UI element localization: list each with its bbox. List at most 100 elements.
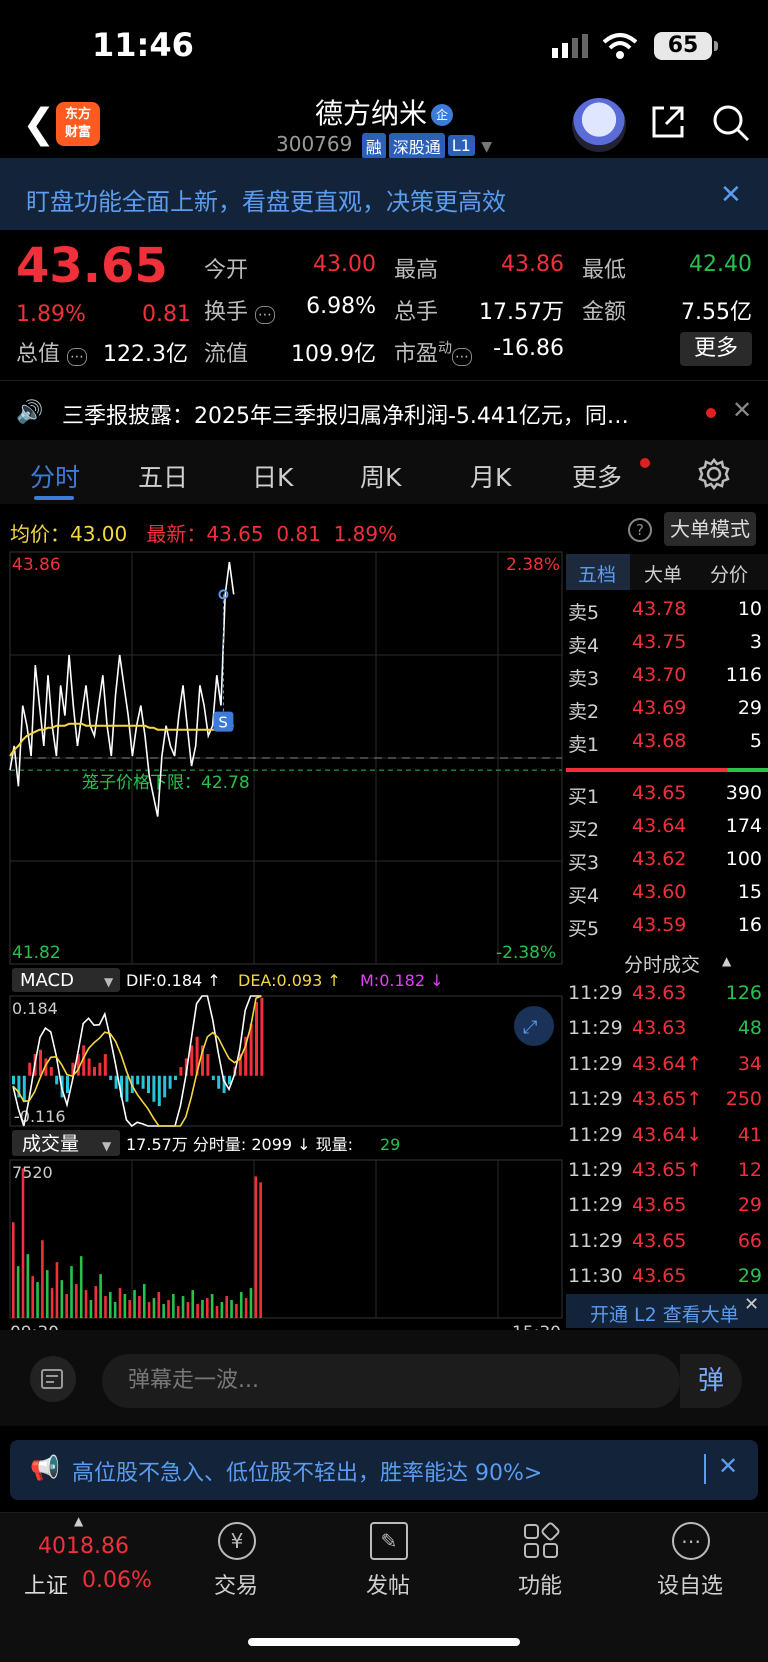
tab-five-level[interactable]: 五档 [578, 560, 616, 587]
macd-bar [39, 1049, 42, 1076]
tab-daily[interactable]: 日K [252, 458, 293, 494]
y-label-pct-low: -2.38% [496, 943, 556, 963]
level-price: 43.60 [632, 881, 687, 903]
edit-icon[interactable]: ✎ [370, 1522, 408, 1560]
volume-bar [104, 1296, 107, 1318]
value-amount: 7.55亿 [681, 300, 752, 325]
macd-bar [49, 1067, 53, 1076]
chevron-down-icon[interactable]: ▼ [481, 139, 492, 155]
label-amount: 金额 [582, 300, 627, 325]
volume-bar [181, 1296, 185, 1318]
buy-level-row[interactable]: 买2 43.64 174 [566, 813, 768, 843]
last-price: 43.65 [16, 238, 168, 294]
trade-volume: 29 [737, 1194, 762, 1217]
macd-bar [157, 1075, 161, 1107]
notice-text[interactable]: 三季报披露：2025年三季报归属净利润-5.441亿元，同… [62, 398, 682, 430]
volume-bar [206, 1298, 209, 1318]
comment-settings-icon[interactable] [30, 1356, 76, 1402]
sell-level-row[interactable]: 卖1 43.68 5 [566, 728, 768, 758]
level-label: 卖2 [568, 701, 600, 723]
level-volume: 174 [725, 815, 762, 837]
more-dots-icon[interactable]: ⋯ [672, 1522, 710, 1560]
buy-level-row[interactable]: 买1 43.65 390 [566, 780, 768, 810]
trade-volume: 12 [737, 1159, 762, 1181]
close-icon[interactable]: ✕ [744, 1294, 759, 1315]
trade-time: 11:29 [568, 1017, 623, 1040]
macd-title: MACD [20, 970, 74, 991]
trade-time: 11:29 [568, 982, 623, 1004]
trade-volume: 250 [725, 1088, 762, 1111]
share-icon[interactable] [650, 104, 686, 140]
danmaku-button[interactable]: 弹 [680, 1354, 742, 1408]
close-icon[interactable]: ✕ [720, 180, 742, 210]
more-button[interactable]: 更多 [680, 332, 752, 366]
danmaku-input[interactable]: 弹幕走一波... [102, 1354, 680, 1408]
macd-bar [66, 1075, 69, 1094]
tab-5day[interactable]: 五日 [138, 458, 188, 494]
help-icon[interactable]: ? [628, 518, 652, 542]
grid-icon[interactable] [522, 1522, 560, 1560]
tip-text[interactable]: 高位股不急入、低位股不轻出，胜率能达 90%> [72, 1455, 542, 1487]
volume-bar [167, 1300, 170, 1318]
close-icon[interactable]: ✕ [732, 396, 752, 424]
tab-weekly[interactable]: 周K [360, 458, 401, 494]
home-indicator[interactable] [248, 1638, 520, 1646]
tab-intraday[interactable]: 分时 [30, 458, 80, 494]
tab-active-indicator [34, 496, 74, 500]
tab-monthly[interactable]: 月K [470, 458, 511, 494]
sell-level-row[interactable]: 卖3 43.70 116 [566, 662, 768, 692]
search-icon[interactable] [712, 104, 750, 142]
sell-level-row[interactable]: 卖5 43.78 10 [566, 596, 768, 626]
yen-exchange-icon[interactable]: ¥ [218, 1522, 256, 1560]
settings-gear-icon[interactable] [698, 458, 730, 490]
macd-bar [12, 1075, 15, 1085]
value-volume: 17.57万 [479, 300, 564, 325]
volume-bar [50, 1288, 54, 1318]
buy-level-row[interactable]: 买3 43.62 100 [566, 846, 768, 876]
big-order-mode-button[interactable]: 大单模式 [664, 512, 756, 546]
change-percent: 1.89% [16, 302, 86, 327]
tab-more[interactable]: 更多 [572, 458, 622, 494]
value-low: 42.40 [689, 252, 752, 277]
collapse-icon[interactable]: ▲ [722, 954, 731, 968]
level-label: 买4 [568, 885, 600, 907]
index-pct[interactable]: 0.06% [82, 1568, 152, 1593]
buy-level-row[interactable]: 买4 43.60 15 [566, 879, 768, 909]
level-volume: 10 [737, 598, 762, 620]
value-pe: -16.86 [493, 336, 564, 361]
macd-bar [103, 1054, 107, 1076]
l2-upsell[interactable]: 开通 L2 查看大单 ✕ [566, 1294, 768, 1328]
volume-bar [84, 1290, 88, 1318]
tab-price-distribution[interactable]: 分价 [710, 560, 748, 587]
trade-row: 11:29 43.64↑ 34 [566, 1049, 768, 1079]
assistant-robot-icon[interactable] [572, 98, 626, 152]
sell-level-row[interactable]: 卖4 43.75 3 [566, 629, 768, 659]
trades-header[interactable]: 分时成交 ▲ [566, 948, 768, 978]
volume-bar [99, 1274, 102, 1318]
volume-bar [70, 1266, 73, 1318]
close-icon[interactable]: ✕ [718, 1452, 738, 1480]
index-value[interactable]: 4018.86 [38, 1534, 129, 1559]
trade-volume: 41 [737, 1123, 762, 1146]
sell-level-row[interactable]: 卖2 43.69 29 [566, 695, 768, 725]
divider [0, 380, 768, 381]
volume-bar [225, 1296, 228, 1318]
volume-bar [45, 1270, 49, 1318]
macd-y-high: 0.184 [12, 999, 58, 1018]
level-price: 43.62 [632, 848, 687, 870]
nav-trade[interactable]: 交易 [186, 1568, 286, 1600]
nav-add-watchlist[interactable]: 设自选 [640, 1568, 740, 1600]
label-open: 今开 [204, 258, 249, 283]
tab-big-order[interactable]: 大单 [644, 560, 682, 587]
volume-bar [94, 1286, 98, 1318]
caret-up-icon: ▲ [74, 1514, 84, 1528]
nav-functions[interactable]: 功能 [490, 1568, 590, 1600]
l2-link[interactable]: 开通 L2 查看大单 [590, 1300, 739, 1327]
volume-bar [186, 1302, 190, 1318]
buy-level-row[interactable]: 买5 43.59 16 [566, 912, 768, 942]
trade-row: 11:29 43.65 66 [566, 1226, 768, 1256]
nav-post[interactable]: 发帖 [338, 1568, 438, 1600]
index-name[interactable]: 上证 [24, 1568, 68, 1600]
macd-bar [98, 1062, 102, 1076]
intraday-chart-area[interactable]: 笼子价格下限：42.78 43.86 41.82 2.38% -2.38% S … [0, 550, 564, 1340]
